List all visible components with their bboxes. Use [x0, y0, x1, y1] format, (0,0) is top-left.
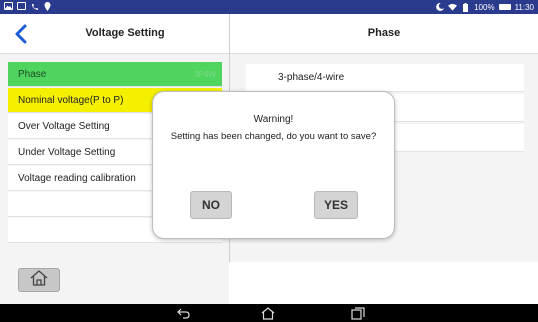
menu-item-value: 3P4W — [194, 70, 216, 79]
nav-back-icon[interactable] — [176, 306, 192, 320]
status-system: 100% 11:30 — [435, 1, 534, 13]
detail-title: Phase — [367, 27, 401, 39]
menu-item-label: Under Voltage Setting — [18, 147, 116, 158]
battery-percent: 100% — [474, 2, 495, 12]
menu-item-label: Nominal voltage(P to P) — [18, 95, 124, 106]
home-button[interactable] — [18, 268, 60, 292]
status-notifications — [4, 2, 52, 11]
clock: 11:30 — [514, 2, 534, 12]
wifi-icon — [448, 3, 458, 12]
back-arrow-icon[interactable] — [10, 22, 34, 46]
nav-recents-icon[interactable] — [350, 306, 366, 320]
moon-icon — [435, 3, 444, 12]
battery-saver-icon — [461, 2, 470, 12]
menu-item-phase[interactable]: Phase 3P4W — [8, 62, 222, 87]
right-header: Phase — [230, 14, 538, 54]
home-icon — [30, 269, 48, 291]
location-icon — [43, 2, 52, 11]
no-button[interactable]: NO — [190, 191, 232, 219]
dialog-message: Setting has been changed, do you want to… — [170, 131, 377, 142]
dialog-title: Warning! — [253, 114, 294, 125]
nav-home-icon[interactable] — [260, 306, 276, 320]
status-bar: 100% 11:30 — [0, 0, 538, 14]
navigation-bar — [0, 304, 538, 322]
page-title: Voltage Setting — [85, 27, 165, 39]
save-dialog: Warning! Setting has been changed, do yo… — [152, 91, 395, 239]
message-icon — [17, 2, 26, 10]
phone-icon — [30, 2, 39, 11]
yes-button[interactable]: YES — [314, 191, 358, 219]
option-3phase-4wire[interactable]: 3-phase/4-wire — [246, 64, 524, 92]
menu-item-label: Voltage reading calibration — [18, 173, 136, 184]
battery-icon — [498, 4, 511, 10]
menu-item-label: Phase — [18, 69, 47, 80]
menu-item-label: Over Voltage Setting — [18, 121, 110, 132]
gallery-icon — [4, 2, 13, 10]
left-header: Voltage Setting — [0, 14, 229, 54]
option-label: 3-phase/4-wire — [278, 72, 345, 83]
